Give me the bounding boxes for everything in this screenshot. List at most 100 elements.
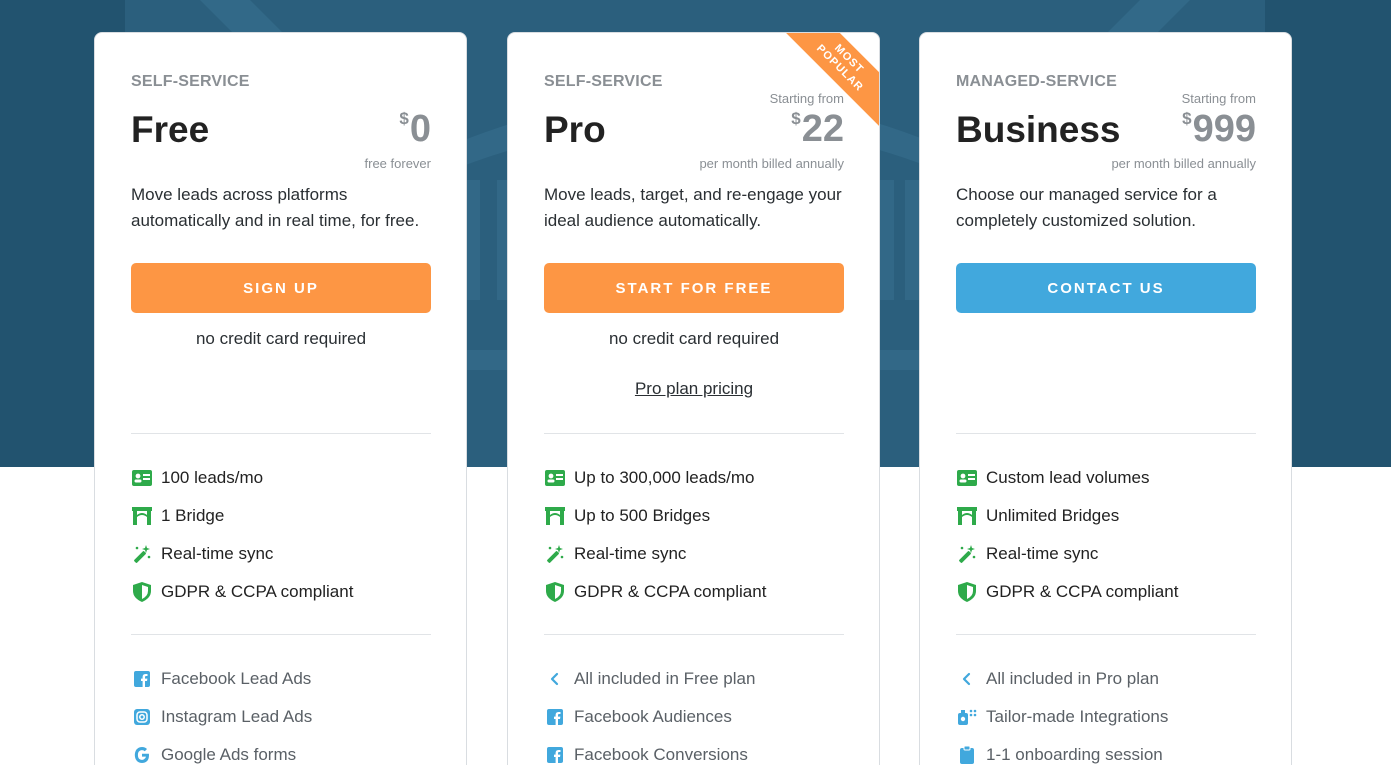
magic-wand-icon [544,543,566,565]
billing-note: per month billed annually [699,156,844,171]
integration-label: Facebook Audiences [574,707,732,726]
currency-symbol: $ [1182,109,1192,128]
feature-item: Up to 300,000 leads/mo [544,466,755,490]
plan-tier: SELF-SERVICE [544,73,663,90]
chevron-left-icon [956,668,978,690]
divider [544,433,844,434]
plan-price: $0 [399,107,431,151]
price-amount: 0 [409,108,431,150]
instagram-icon [131,706,153,728]
feature-label: Up to 300,000 leads/mo [574,468,755,487]
integration-label: Facebook Lead Ads [161,669,312,688]
feature-label: Real-time sync [986,544,1099,563]
contact-us-button[interactable]: CONTACT US [956,263,1256,313]
integration-label: 1-1 onboarding session [986,745,1163,764]
plan-name: Business [956,109,1121,150]
feature-item: Real-time sync [956,542,1098,566]
plan-description: Move leads across platforms automaticall… [131,185,420,230]
integration-item: Google Ads forms [131,743,296,765]
shield-icon [544,581,566,603]
feature-item: 1 Bridge [131,504,224,528]
plan-description: Move leads, target, and re-engage your i… [544,185,842,230]
feature-label: GDPR & CCPA compliant [986,582,1179,601]
feature-item: Real-time sync [544,542,686,566]
plan-card-business: MANAGED-SERVICE Business Starting from $… [919,32,1292,765]
magic-wand-icon [131,543,153,565]
shield-icon [956,581,978,603]
feature-label: Real-time sync [161,544,274,563]
shield-icon [131,581,153,603]
facebook-icon [544,744,566,765]
integration-item: Facebook Lead Ads [131,667,311,691]
currency-symbol: $ [791,109,801,128]
pro-plan-pricing-link[interactable]: Pro plan pricing [544,379,844,399]
currency-symbol: $ [399,109,409,128]
divider [131,634,431,635]
sign-up-button[interactable]: SIGN UP [131,263,431,313]
start-for-free-button[interactable]: START FOR FREE [544,263,844,313]
plan-price: $999 [1182,107,1256,151]
feature-item: GDPR & CCPA compliant [544,580,766,604]
bridge-icon [956,505,978,527]
billing-note: free forever [364,156,431,171]
integration-label: Instagram Lead Ads [161,707,313,726]
plan-name: Free [131,109,210,150]
starting-from-label: Starting from [1181,91,1256,106]
feature-label: Real-time sync [574,544,687,563]
plan-card-free: SELF-SERVICE Free $0 free forever Move l… [94,32,467,765]
price-amount: 22 [801,108,844,150]
feature-label: Up to 500 Bridges [574,506,711,525]
feature-label: 100 leads/mo [161,468,264,487]
bridge-icon [544,505,566,527]
feature-label: Unlimited Bridges [986,506,1120,525]
feature-label: GDPR & CCPA compliant [161,582,354,601]
plan-description: Choose our managed service for a complet… [956,185,1217,230]
integration-label: Tailor-made Integrations [986,707,1169,726]
no-credit-card-note: no credit card required [195,329,367,348]
billing-note: per month billed annually [1111,156,1256,171]
feature-item: GDPR & CCPA compliant [131,580,353,604]
plan-tier: SELF-SERVICE [131,73,250,90]
integration-label: Facebook Conversions [574,745,748,764]
no-credit-card-note: no credit card required [608,329,780,348]
bridge-icon [131,505,153,527]
chevron-left-icon [544,668,566,690]
clipboard-icon [956,744,978,765]
integration-item: Tailor-made Integrations [956,705,1168,729]
lead-card-icon [544,467,566,489]
integration-item: Facebook Conversions [544,743,748,765]
divider [544,634,844,635]
magic-wand-icon [956,543,978,565]
integration-item: Instagram Lead Ads [131,705,312,729]
feature-label: GDPR & CCPA compliant [574,582,767,601]
feature-item: GDPR & CCPA compliant [956,580,1178,604]
integrations-icon [956,706,978,728]
divider [956,634,1256,635]
integration-label: All included in Free plan [574,669,756,688]
feature-item: Custom lead volumes [956,466,1149,490]
feature-item: Real-time sync [131,542,273,566]
facebook-icon [544,706,566,728]
plan-card-pro: MOST POPULAR SELF-SERVICE Pro Starting f… [507,32,880,765]
feature-label: 1 Bridge [161,506,225,525]
divider [131,433,431,434]
integration-item: Facebook Audiences [544,705,732,729]
integration-item: All included in Pro plan [956,667,1159,691]
plan-price: $22 [791,107,844,151]
google-icon [131,744,153,765]
feature-label: Custom lead volumes [986,468,1150,487]
divider [956,433,1256,434]
integration-label: Google Ads forms [161,745,297,764]
plan-tier: MANAGED-SERVICE [956,73,1117,90]
integration-label: All included in Pro plan [986,669,1159,688]
integration-item: All included in Free plan [544,667,755,691]
feature-item: Up to 500 Bridges [544,504,710,528]
facebook-icon [131,668,153,690]
lead-card-icon [131,467,153,489]
integration-item: 1-1 onboarding session [956,743,1163,765]
price-amount: 999 [1192,108,1256,150]
plan-name: Pro [544,109,606,150]
feature-item: 100 leads/mo [131,466,263,490]
starting-from-label: Starting from [769,91,844,106]
lead-card-icon [956,467,978,489]
